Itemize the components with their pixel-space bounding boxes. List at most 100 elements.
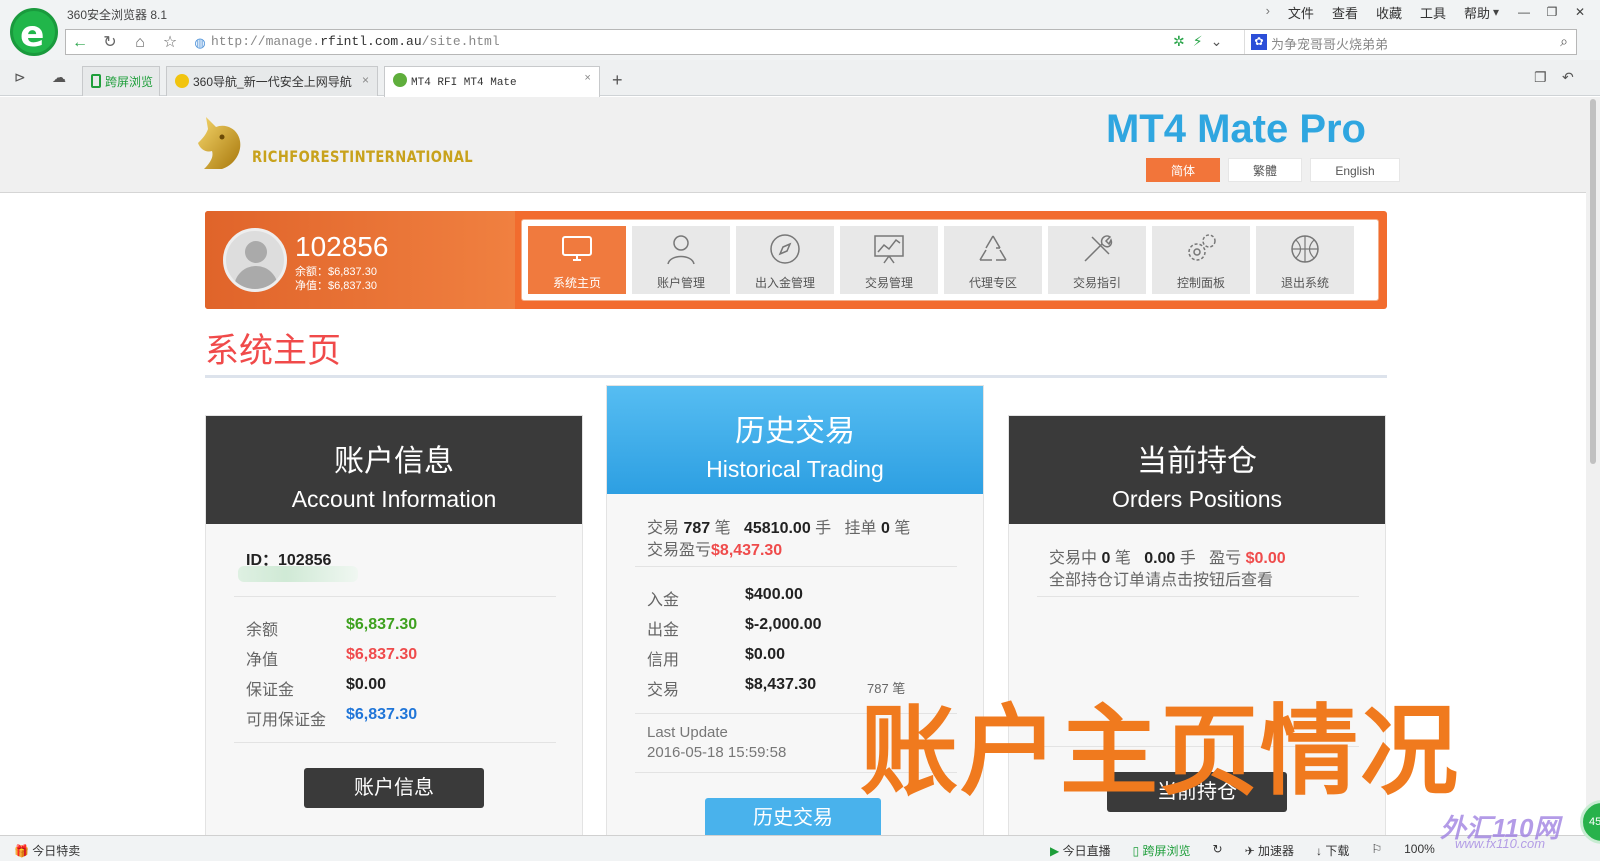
tab-mt4-mate[interactable]: MT4 RFI MT4 Mate × xyxy=(384,66,600,97)
menu-favorites[interactable]: 收藏 xyxy=(1376,3,1402,22)
url-input[interactable]: http://manage.rfintl.com.au/site.html xyxy=(211,34,500,49)
row-label: 入金 xyxy=(647,592,680,609)
brand-logo[interactable]: RICHFORESTINTERNATIONAL xyxy=(192,113,492,177)
tab-cross-screen[interactable]: 跨屏浏览 xyxy=(82,66,160,96)
avatar[interactable] xyxy=(223,228,287,292)
skin-icon[interactable]: ▾ xyxy=(1484,2,1508,22)
free-margin-value: $6,837.30 xyxy=(346,706,418,723)
gift-icon: 🎁 xyxy=(14,844,29,858)
flag-icon[interactable]: ⚐ xyxy=(1371,842,1382,859)
divider xyxy=(234,742,556,743)
divider xyxy=(234,596,556,597)
history-button[interactable]: 历史交易 xyxy=(705,798,881,835)
search-icon[interactable]: ⌕ xyxy=(1560,33,1568,50)
positions-title-zh: 当前持仓 xyxy=(1137,445,1257,478)
status-tools: ▶ 今日直播 ▯ 跨屏浏览 ↻ ✈ 加速器 ↓ 下载 ⚐ 100% xyxy=(1050,842,1435,859)
history-title-en: Historical Trading xyxy=(706,456,884,482)
deposit-value: $400.00 xyxy=(745,586,803,603)
chart-icon xyxy=(874,235,904,264)
window-controls: ▾ — ❐ ✕ xyxy=(1484,2,1592,22)
row-label: 交易 xyxy=(647,682,680,699)
back-icon[interactable]: ← xyxy=(68,33,92,53)
maximize-button[interactable]: ❐ xyxy=(1540,2,1564,22)
reload-icon[interactable]: ↻ xyxy=(98,33,122,53)
accelerator-link[interactable]: ✈ 加速器 xyxy=(1245,842,1294,859)
close-tab-icon[interactable]: × xyxy=(362,73,369,87)
lang-simplified-button[interactable]: 简体 xyxy=(1146,158,1220,182)
undo-close-icon[interactable]: ↶ xyxy=(1562,69,1574,86)
row-label: 余额 xyxy=(246,622,279,639)
nav-item-logout[interactable]: 退出系统 xyxy=(1256,226,1354,294)
positions-header: 当前持仓 Orders Positions xyxy=(1009,416,1385,524)
nav-item-trade-mgmt[interactable]: 交易管理 xyxy=(840,226,938,294)
cloud-icon[interactable]: ☁ xyxy=(52,69,66,86)
nav-item-control-panel[interactable]: 控制面板 xyxy=(1152,226,1250,294)
search-input[interactable]: 为争宠哥哥火烧弟弟 xyxy=(1271,34,1388,53)
menu-tools[interactable]: 工具 xyxy=(1420,3,1446,22)
zoom-level[interactable]: 100% xyxy=(1404,842,1435,859)
tab-list-icon[interactable]: ❐ xyxy=(1534,69,1547,86)
withdraw-value: $-2,000.00 xyxy=(745,616,822,633)
site-header: RICHFORESTINTERNATIONAL MT4 Mate Pro 简体 … xyxy=(0,97,1586,193)
cross-screen-link[interactable]: ▯ 跨屏浏览 xyxy=(1133,842,1191,859)
row-label: 出金 xyxy=(647,622,680,639)
baidu-paw-icon: ✿ xyxy=(1251,34,1267,50)
address-tools: ✲ ⚡ ⌄ xyxy=(1173,33,1222,50)
brand-wordmark: RICHFORESTINTERNATIONAL xyxy=(252,147,474,166)
menu-file[interactable]: 文件 xyxy=(1288,3,1314,22)
nav-item-account-mgmt[interactable]: 账户管理 xyxy=(632,226,730,294)
lightning-icon[interactable]: ⚡ xyxy=(1193,33,1203,50)
positions-summary-line: 交易中 0 笔 0.00 手 盈亏 $0.00 xyxy=(1049,550,1286,567)
nav-item-home[interactable]: 系统主页 xyxy=(528,226,626,294)
positions-title-en: Orders Positions xyxy=(1111,486,1282,512)
page-scrollbar[interactable] xyxy=(1586,97,1600,835)
nav-item-funds[interactable]: 出入金管理 xyxy=(736,226,834,294)
tools-icon xyxy=(1084,235,1113,262)
main-nav: 系统主页 账户管理 出入金管理 交易管理 代理专区 交易指引 控制面板 退出系统 xyxy=(521,219,1379,301)
close-window-button[interactable]: ✕ xyxy=(1568,2,1592,22)
search-box[interactable]: ✿ 为争宠哥哥火烧弟弟 ⌕ xyxy=(1244,30,1576,54)
last-update-value: 2016-05-18 15:59:58 xyxy=(647,744,787,761)
live-link[interactable]: ▶ 今日直播 xyxy=(1050,842,1111,859)
page-title: 系统主页 xyxy=(205,332,341,370)
nav-label: 出入金管理 xyxy=(754,276,815,290)
download-link[interactable]: ↓ 下载 xyxy=(1316,842,1349,859)
site-favicon-icon xyxy=(393,73,407,87)
trading-value: $8,437.30 xyxy=(745,676,817,693)
star-icon[interactable]: ☆ xyxy=(158,33,182,53)
menu-chevron-icon[interactable]: › xyxy=(1266,3,1270,22)
balance-value: $6,837.30 xyxy=(346,616,418,633)
nav-label: 交易管理 xyxy=(864,276,913,290)
account-info-button[interactable]: 账户信息 xyxy=(304,768,484,808)
row-label: 可用保证金 xyxy=(246,712,327,729)
close-tab-icon[interactable]: × xyxy=(584,73,591,85)
new-tab-button[interactable]: + xyxy=(612,70,623,91)
browser-logo-icon[interactable]: e xyxy=(10,8,58,56)
dropdown-icon[interactable]: ⌄ xyxy=(1211,33,1223,50)
minimize-button[interactable]: — xyxy=(1512,2,1536,22)
history-title-zh: 历史交易 xyxy=(735,415,855,448)
history-pnl-line: 交易盈亏$8,437.30 xyxy=(647,542,783,559)
browser-title: 360安全浏览器 8.1 xyxy=(67,8,168,22)
monitor-icon xyxy=(562,236,592,261)
divider xyxy=(635,566,957,567)
menu-view[interactable]: 查看 xyxy=(1332,3,1358,22)
browser-menu: › 文件 查看 收藏 工具 帮助 xyxy=(1266,3,1490,22)
lang-english-button[interactable]: English xyxy=(1310,158,1400,182)
credit-value: $0.00 xyxy=(745,646,786,663)
gears-icon xyxy=(1188,234,1216,261)
address-bar-row: ← ↻ ⌂ ☆ ◍ http://manage.rfintl.com.au/si… xyxy=(0,26,1600,60)
page-viewport: RICHFORESTINTERNATIONAL MT4 Mate Pro 简体 … xyxy=(0,97,1586,835)
home-icon[interactable]: ⌂ xyxy=(128,33,152,53)
account-info-title-en: Account Information xyxy=(291,486,497,512)
tab-360-nav[interactable]: 360导航_新一代安全上网导航 × xyxy=(166,66,378,96)
nav-item-guide[interactable]: 交易指引 xyxy=(1048,226,1146,294)
daily-deals-link[interactable]: 🎁 今日特卖 xyxy=(14,842,80,859)
basketball-icon xyxy=(1291,235,1319,263)
refresh-status-icon[interactable]: ↻ xyxy=(1213,842,1223,859)
lang-traditional-button[interactable]: 繁體 xyxy=(1228,158,1302,182)
security-icon[interactable]: ✲ xyxy=(1173,33,1185,50)
sidebar-toggle-icon[interactable]: ⊳ xyxy=(14,69,26,86)
nav-item-agent[interactable]: 代理专区 xyxy=(944,226,1042,294)
scrollbar-thumb[interactable] xyxy=(1590,99,1596,464)
